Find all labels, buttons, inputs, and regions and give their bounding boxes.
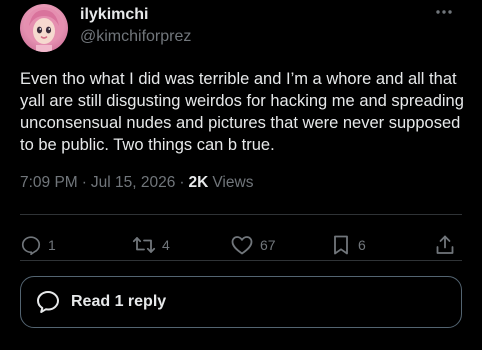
repost-count: 4 (162, 237, 170, 253)
read-replies-label: Read 1 reply (71, 293, 167, 310)
read-replies-button[interactable]: Read 1 reply (20, 276, 462, 328)
tweet-detail: ilykimchi @kimchiforprez Even tho what I… (0, 0, 482, 350)
divider (20, 214, 462, 215)
views-count: 2K (188, 174, 209, 191)
bookmark-count: 6 (358, 237, 366, 253)
like-count: 67 (260, 237, 276, 253)
doll-avatar-image (25, 7, 63, 52)
divider (20, 260, 462, 261)
reply-icon (21, 236, 41, 256)
post-date[interactable]: Jul 15, 2026 (91, 174, 175, 192)
more-horizontal-icon (436, 10, 452, 14)
views-label: Views (212, 174, 254, 191)
avatar[interactable] (20, 4, 68, 52)
bookmark-icon (334, 235, 348, 255)
share-icon (436, 235, 454, 254)
reply-count: 1 (48, 237, 56, 253)
reply-button[interactable]: 1 (20, 232, 56, 258)
meta-separator: · (81, 174, 87, 191)
meta-separator: · (179, 174, 185, 191)
post-meta: 7:09 PM · Jul 15, 2026 · 2K Views (20, 174, 253, 192)
post-text: Even tho what I did was terrible and I’m… (20, 70, 464, 154)
author-display-name[interactable]: ilykimchi (80, 6, 148, 24)
author-handle[interactable]: @kimchiforprez (80, 28, 191, 46)
post-time[interactable]: 7:09 PM (20, 174, 78, 192)
action-bar: 1 4 67 6 (20, 232, 462, 258)
repost-icon (132, 237, 156, 253)
share-button[interactable] (434, 232, 456, 258)
more-options-button[interactable] (432, 2, 456, 22)
bookmark-button[interactable]: 6 (330, 232, 366, 258)
like-button[interactable]: 67 (230, 232, 276, 258)
heart-icon (231, 236, 253, 255)
repost-button[interactable]: 4 (132, 232, 170, 258)
speech-bubble-icon (37, 291, 59, 313)
